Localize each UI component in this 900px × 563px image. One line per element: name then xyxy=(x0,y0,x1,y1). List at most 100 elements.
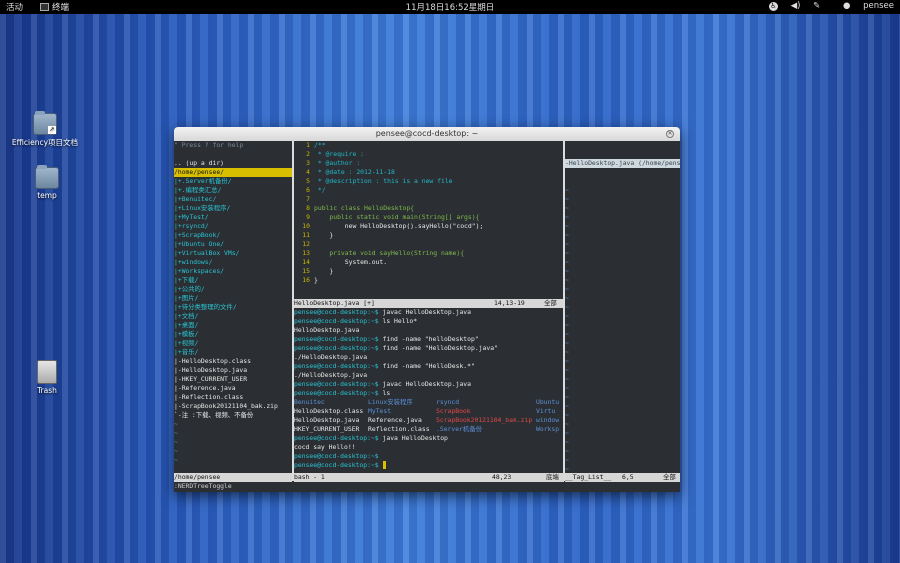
shell-pane[interactable]: pensee@cocd-desktop:~$ javac HelloDeskto… xyxy=(294,308,564,473)
code-line: 11 } xyxy=(294,231,564,240)
line-number: 3 xyxy=(306,159,310,167)
tree-item[interactable]: |+Benuitec/ xyxy=(174,195,292,204)
desktop-icon-temp[interactable]: temp xyxy=(12,165,82,200)
desktop-icon-label: temp xyxy=(37,191,57,200)
tree-item[interactable]: |-Reference.java xyxy=(174,384,292,393)
taglist-empty-line: ~ xyxy=(565,429,569,437)
tree-item[interactable]: |+Linux安装程序/ xyxy=(174,204,292,213)
taglist-empty-line: ~ xyxy=(565,348,569,356)
shell-line: cocd say Hello!! xyxy=(294,443,564,452)
volume-icon[interactable]: ◀) xyxy=(791,1,801,11)
ls-entry: HKEY_CURRENT_USER xyxy=(294,425,360,433)
taglist-empty-line: ~ xyxy=(565,411,569,419)
taglist-pane[interactable]: -HelloDesktop.java (/home/pens ~ ~ ~ ~ ~ ~ ~ ~ ~… xyxy=(565,141,680,473)
code-text: private void sayHello(String name){ xyxy=(314,249,465,257)
tree-item[interactable]: " Press ? for help xyxy=(174,141,292,150)
tree-item[interactable]: /home/pensee/ xyxy=(174,168,292,177)
ls-entry: Linux安装程序 xyxy=(368,398,413,406)
shell-text: find -name "HelloDesk.*" xyxy=(382,362,475,370)
tree-item: ~ xyxy=(174,438,178,446)
tree-item[interactable]: |+音乐/ xyxy=(174,348,292,357)
tree-item[interactable]: |+桌面/ xyxy=(174,321,292,330)
tree-item[interactable]: |+待分类整理的文件/ xyxy=(174,303,292,312)
vim-command-line[interactable]: :NERDTreeToggle xyxy=(174,482,680,491)
taglist-empty-line: ~ xyxy=(565,213,569,221)
ls-entry: MyTest xyxy=(368,407,392,415)
shell-prompt: pensee@cocd-desktop:~$ xyxy=(294,362,383,370)
bluetooth-icon[interactable]: ✎ xyxy=(813,1,820,11)
accessibility-icon[interactable]: ♿ xyxy=(768,2,778,11)
code-line: 1 /** xyxy=(294,141,564,150)
desktop-icon-efficiency[interactable]: ↗ Efficiency项目文档 xyxy=(10,111,80,148)
taglist-status-line: __Tag_List__ 6,5 全部 xyxy=(565,473,680,482)
taglist-empty-line: ~ xyxy=(565,393,569,401)
terminal-window[interactable]: pensee@cocd-desktop: ~ ✕ " Press ? for h… xyxy=(174,127,680,492)
code-line: 4 * @date : 2012-11-18 xyxy=(294,168,564,177)
tree-item[interactable]: |-HKEY_CURRENT_USER xyxy=(174,375,292,384)
shell-line: pensee@cocd-desktop:~$ find -name "Hello… xyxy=(294,344,564,353)
nerdtree-pane[interactable]: " Press ? for help .. (up a dir)/home/pen… xyxy=(174,141,292,473)
shell-status-percent: 底端 xyxy=(546,473,559,481)
tree-item[interactable]: |+模板/ xyxy=(174,330,292,339)
taglist-empty-line: ~ xyxy=(565,258,569,266)
tree-item[interactable]: |+.Server机备份/ xyxy=(174,177,292,186)
line-number: 15 xyxy=(302,267,310,275)
tree-item[interactable]: |+文档/ xyxy=(174,312,292,321)
shell-text: ./HelloDesktop.java xyxy=(294,371,368,379)
code-text: public class HelloDesktop{ xyxy=(314,204,415,212)
tree-item[interactable]: |+ScrapBook/ xyxy=(174,231,292,240)
taglist-empty-line: ~ xyxy=(565,186,569,194)
tree-item[interactable]: |+公共的/ xyxy=(174,285,292,294)
shell-line: pensee@cocd-desktop:~$ find -name "Hello… xyxy=(294,362,564,371)
line-number: 1 xyxy=(306,141,310,149)
close-icon[interactable]: ✕ xyxy=(666,130,674,138)
tree-item[interactable]: |+下载/ xyxy=(174,276,292,285)
desktop-icon-trash[interactable]: Trash xyxy=(12,360,82,395)
top-bar: 活动 终端 11月18日16:52星期日 ♿ ◀) ✎ ● pensee xyxy=(0,0,900,14)
shell-line: pensee@cocd-desktop:~$ javac HelloDeskto… xyxy=(294,308,564,317)
tree-item[interactable]: `-注 :下载、视频、不备份 xyxy=(174,411,292,420)
code-line: 13 private void sayHello(String name){ xyxy=(294,249,564,258)
tree-item[interactable]: |+rsyncd/ xyxy=(174,222,292,231)
editor-status-percent: 全部 xyxy=(544,299,557,307)
editor-status-position: 14,13-19 xyxy=(494,299,525,307)
terminal-content[interactable]: " Press ? for help.. (up a dir)/home/pen… xyxy=(174,141,680,492)
tree-item[interactable]: |-HelloDesktop.class xyxy=(174,357,292,366)
ls-entry: .Server机备份 xyxy=(436,425,483,433)
taglist-empty-line: ~ xyxy=(565,303,569,311)
folder-icon: ↗ xyxy=(33,111,57,135)
tree-item[interactable]: |+.编程类汇总/ xyxy=(174,186,292,195)
ls-entry: HelloDesktop.class xyxy=(294,407,364,415)
shell-prompt: pensee@cocd-desktop:~$ xyxy=(294,380,383,388)
shell-status-position: 48,23 xyxy=(492,473,512,481)
code-editor-pane[interactable]: 1/** 2 * @require :3 * @author :4 * @date… xyxy=(294,141,564,298)
taglist-empty-line: ~ xyxy=(565,195,569,203)
shell-line: pensee@cocd-desktop:~$ ls xyxy=(294,389,564,398)
tree-item[interactable]: |+Ubuntu One/ xyxy=(174,240,292,249)
tree-item[interactable]: |-HelloDesktop.java xyxy=(174,366,292,375)
tree-item[interactable]: |+Workspaces/ xyxy=(174,267,292,276)
window-titlebar[interactable]: pensee@cocd-desktop: ~ ✕ xyxy=(174,127,680,141)
taglist-empty: ~~~~~~~~~~~~~~~~~~~~~~~~~~~~~~~~~~~ xyxy=(565,186,680,473)
tree-item[interactable]: |+MyTest/ xyxy=(174,213,292,222)
code-line: 2 * @require : xyxy=(294,150,564,159)
code-line: 9 public static void main(String[] args)… xyxy=(294,213,564,222)
tree-item[interactable]: |+视频/ xyxy=(174,339,292,348)
ls-entry: Worksp xyxy=(536,425,560,433)
ls-entry: Virtu xyxy=(536,407,556,415)
ls-entry: Benuitec xyxy=(294,398,325,406)
user-menu[interactable]: ● pensee xyxy=(833,1,894,11)
tree-item[interactable]: |+VirtualBox VMs/ xyxy=(174,249,292,258)
ls-entry: Ubuntu xyxy=(536,398,560,406)
ls-entry: rsyncd xyxy=(436,398,460,406)
nerdtree-status-line: /home/pensee xyxy=(174,473,292,482)
tree-item[interactable]: .. (up a dir) xyxy=(174,159,292,168)
taglist-status-percent: 全部 xyxy=(663,473,676,481)
shell-line: pensee@cocd-desktop:~$ java HelloDesktop xyxy=(294,434,564,443)
tree-item[interactable]: |-ScrapBook20121104_bak.zip xyxy=(174,402,292,411)
tree-item[interactable]: |+windows/ xyxy=(174,258,292,267)
tree-item[interactable]: |+图片/ xyxy=(174,294,292,303)
ls-entry: Reflection.class xyxy=(368,425,430,433)
shell-prompt: pensee@cocd-desktop:~$ xyxy=(294,344,383,352)
tree-item[interactable]: |-Reflection.class xyxy=(174,393,292,402)
